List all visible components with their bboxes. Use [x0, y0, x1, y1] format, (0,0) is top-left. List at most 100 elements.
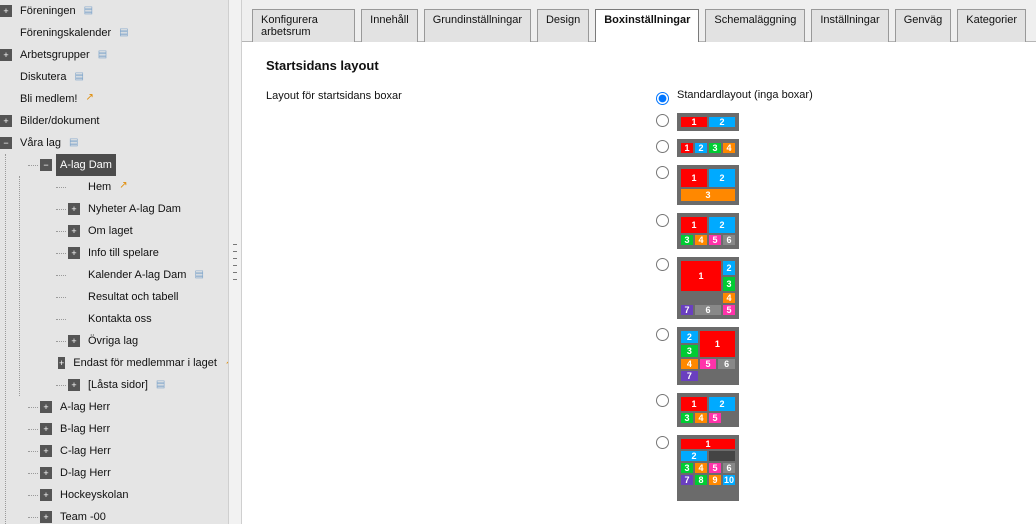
tree-item[interactable]: Föreningskalender — [16, 22, 115, 44]
page-icon: ▤ — [69, 132, 78, 154]
layout-option-l6: 2314567 — [656, 325, 1012, 385]
layout-cell: 3 — [681, 413, 693, 423]
layout-cell: 4 — [681, 359, 698, 369]
layout-cell: 4 — [695, 235, 707, 245]
tree-item[interactable]: Våra lag — [16, 132, 65, 154]
tree-item[interactable]: Arbetsgrupper — [16, 44, 94, 66]
expand-toggle[interactable] — [0, 115, 12, 127]
layout-cell: 3 — [709, 143, 721, 153]
tree-item[interactable]: Kalender A-lag Dam — [84, 264, 190, 286]
tab-bar: Konfigurera arbetsrumInnehållGrundinstäl… — [242, 0, 1036, 42]
layout-cell: 1 — [681, 143, 693, 153]
layout-option-l2row: 123 — [656, 163, 1012, 205]
expand-toggle[interactable] — [40, 467, 52, 479]
layout-option-l2: 12 — [656, 111, 1012, 131]
tree-toggle-spacer — [0, 27, 12, 39]
tree-item[interactable]: Kontakta oss — [84, 308, 156, 330]
tree-item[interactable]: Info till spelare — [84, 242, 163, 264]
splitter[interactable] — [228, 0, 242, 524]
tab-konfigurera-arbetsrum[interactable]: Konfigurera arbetsrum — [252, 9, 355, 42]
layout-radio-l5[interactable] — [656, 394, 669, 407]
tree-item[interactable]: Hem — [84, 176, 115, 198]
expand-toggle[interactable] — [58, 357, 65, 369]
page-icon: ▤ — [119, 22, 128, 44]
tree-item[interactable]: Bilder/dokument — [16, 110, 104, 132]
tab-design[interactable]: Design — [537, 9, 589, 42]
tree-item[interactable]: Team -00 — [56, 506, 110, 524]
tab-inneh-ll[interactable]: Innehåll — [361, 9, 418, 42]
page-icon: ▤ — [74, 66, 83, 88]
layout-thumb-l2row: 123 — [677, 165, 739, 205]
layout-thumb-l5: 12345 — [677, 393, 739, 427]
expand-toggle[interactable] — [68, 225, 80, 237]
layout-radio-l4[interactable] — [656, 140, 669, 153]
expand-toggle[interactable] — [68, 335, 80, 347]
expand-toggle[interactable] — [68, 379, 80, 391]
layout-cell: 2 — [681, 331, 698, 343]
tree-toggle-spacer — [0, 71, 12, 83]
tab-schemal-ggning[interactable]: Schemaläggning — [705, 9, 805, 42]
tree-toggle-spacer — [68, 269, 80, 281]
tree-item[interactable]: Bli medlem! — [16, 88, 81, 110]
tab-genv-g[interactable]: Genväg — [895, 9, 952, 42]
tree-item[interactable]: A-lag Dam — [56, 154, 116, 176]
layout-radio-default[interactable] — [656, 92, 669, 105]
layout-cell: 1 — [681, 439, 735, 449]
tree-item[interactable]: Nyheter A-lag Dam — [84, 198, 185, 220]
layout-cell: 7 — [681, 475, 693, 485]
layout-cell: 10 — [723, 475, 735, 485]
expand-toggle[interactable] — [68, 247, 80, 259]
layout-cell: 6 — [695, 305, 721, 315]
tree-item[interactable]: Om laget — [84, 220, 137, 242]
layout-cell — [709, 451, 735, 461]
tree-item[interactable]: D-lag Herr — [56, 462, 115, 484]
collapse-toggle[interactable] — [40, 159, 52, 171]
layout-cell: 1 — [681, 261, 721, 291]
tab-boxinst-llningar[interactable]: Boxinställningar — [595, 9, 699, 42]
layout-thumb-l7: 1234765 — [677, 257, 739, 319]
page-icon: ▤ — [84, 0, 93, 22]
layout-cell: 1 — [700, 331, 735, 357]
expand-toggle[interactable] — [40, 423, 52, 435]
expand-toggle[interactable] — [40, 445, 52, 457]
tree-item[interactable]: Diskutera — [16, 66, 70, 88]
expand-toggle[interactable] — [40, 511, 52, 523]
tab-kategorier[interactable]: Kategorier — [957, 9, 1026, 42]
layout-radio-l6[interactable] — [656, 328, 669, 341]
layout-cell: 6 — [723, 463, 735, 473]
link-icon: ↗ — [85, 87, 93, 109]
layout-options: Standardlayout (inga boxar)1212341231234… — [656, 89, 1012, 507]
expand-toggle[interactable] — [40, 401, 52, 413]
tree-item[interactable]: A-lag Herr — [56, 396, 114, 418]
tree-item[interactable]: B-lag Herr — [56, 418, 114, 440]
expand-toggle[interactable] — [0, 5, 12, 17]
layout-thumb-l2: 12 — [677, 113, 739, 131]
layout-cell: 6 — [723, 235, 735, 245]
tree-item[interactable]: Resultat och tabell — [84, 286, 183, 308]
expand-toggle[interactable] — [0, 49, 12, 61]
layout-radio-l2row[interactable] — [656, 166, 669, 179]
layout-radio-l2[interactable] — [656, 114, 669, 127]
page-icon: ▤ — [156, 374, 165, 396]
tree-toggle-spacer — [0, 93, 12, 105]
tree-item[interactable]: Hockeyskolan — [56, 484, 132, 506]
tree-item[interactable]: Endast för medlemmar i laget — [69, 352, 221, 374]
tree-item[interactable]: Övriga lag — [84, 330, 142, 352]
layout-option-l4: 1234 — [656, 137, 1012, 157]
expand-toggle[interactable] — [40, 489, 52, 501]
layout-radio-l10[interactable] — [656, 436, 669, 449]
layout-radio-l2x3[interactable] — [656, 214, 669, 227]
layout-thumb-l4: 1234 — [677, 139, 739, 157]
layout-cell: 4 — [695, 413, 707, 423]
layout-radio-l7[interactable] — [656, 258, 669, 271]
link-icon: ↗ — [225, 351, 228, 373]
tab-grundinst-llningar[interactable]: Grundinställningar — [424, 9, 531, 42]
tree-item[interactable]: [Låsta sidor] — [84, 374, 152, 396]
expand-toggle[interactable] — [68, 203, 80, 215]
tree-item[interactable]: C-lag Herr — [56, 440, 115, 462]
tab-inst-llningar[interactable]: Inställningar — [811, 9, 888, 42]
collapse-toggle[interactable] — [0, 137, 12, 149]
layout-thumb-l6: 2314567 — [677, 327, 739, 385]
tree-item[interactable]: Föreningen — [16, 0, 80, 22]
tree-toggle-spacer — [68, 181, 80, 193]
